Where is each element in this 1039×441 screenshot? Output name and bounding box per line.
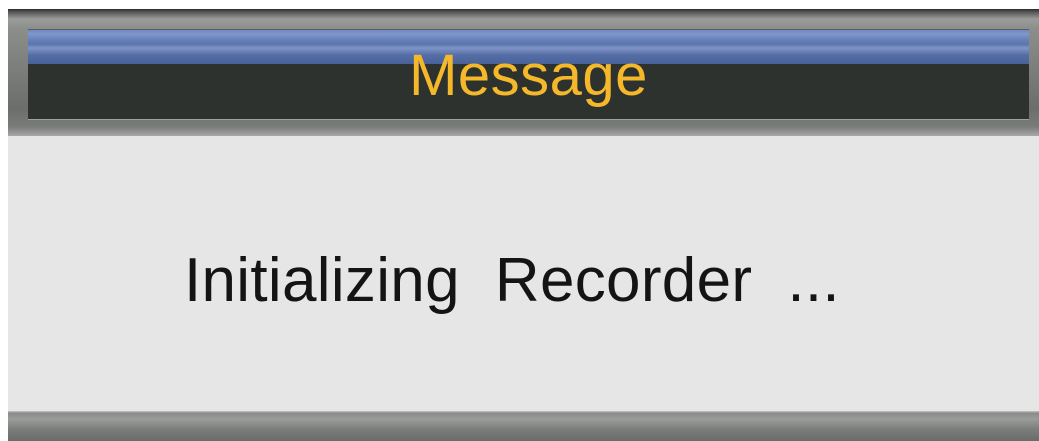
dialog-title: Message (409, 43, 648, 108)
dialog-title-frame: Message (8, 9, 1039, 136)
dialog-bottom-frame (8, 411, 1039, 441)
status-message: Initializing Recorder ... (184, 246, 840, 315)
message-dialog: Message Initializing Recorder ... (8, 9, 1039, 441)
dialog-title-bar: Message (28, 29, 1029, 120)
dialog-body: Initializing Recorder ... (8, 136, 1039, 411)
